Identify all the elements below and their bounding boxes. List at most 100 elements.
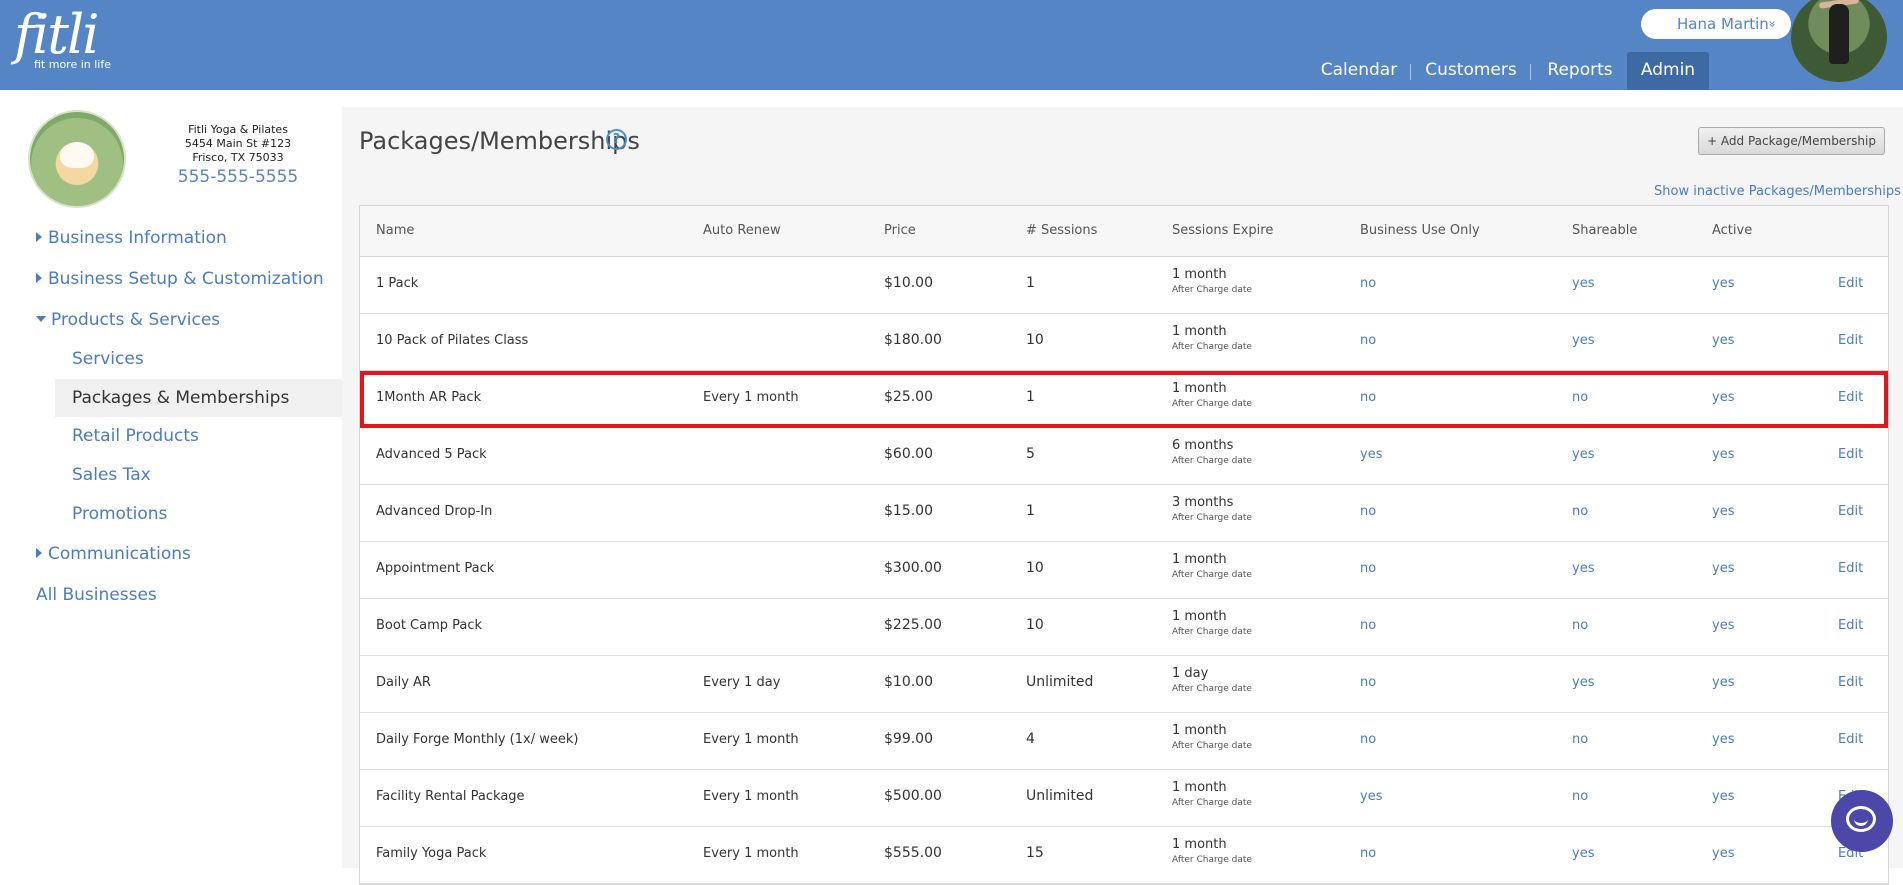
sidebar-item-all-businesses[interactable]: All Businesses: [36, 585, 157, 605]
sidebar-item-packages-memberships[interactable]: Packages & Memberships: [72, 388, 289, 408]
expire-note: After Charge date: [1172, 741, 1252, 751]
sidebar-item-business-setup[interactable]: Business Setup & Customization: [36, 269, 324, 289]
business-address-line1: 5454 Main St #123: [184, 137, 292, 150]
nav-admin[interactable]: Admin: [1627, 52, 1709, 90]
sidebar-item-business-information[interactable]: Business Information: [36, 228, 227, 248]
table-row[interactable]: Family Yoga Pack Every 1 month $555.00 15 1 …: [360, 827, 1888, 884]
row-price: $25.00: [884, 389, 933, 405]
row-business-use-toggle[interactable]: no: [1360, 333, 1376, 348]
row-active-toggle[interactable]: yes: [1712, 618, 1734, 633]
row-business-use-toggle[interactable]: no: [1360, 732, 1376, 747]
row-edit-link[interactable]: Edit: [1838, 333, 1863, 348]
business-phone[interactable]: 555-555-5555: [150, 169, 326, 186]
table-row[interactable]: Boot Camp Pack $225.00 10 1 month After Char…: [360, 599, 1888, 656]
add-package-button[interactable]: + Add Package/Membership: [1698, 127, 1885, 155]
table-row[interactable]: 10 Pack of Pilates Class $180.00 10 1 month…: [360, 314, 1888, 371]
row-business-use-toggle[interactable]: no: [1360, 618, 1376, 633]
table-row[interactable]: 1Month AR Pack Every 1 month $25.00 1 1 mont…: [360, 371, 1888, 428]
user-menu-button[interactable]: Hana Martin »: [1641, 9, 1791, 39]
row-business-use-toggle[interactable]: no: [1360, 276, 1376, 291]
sidebar-item-sales-tax[interactable]: Sales Tax: [72, 465, 151, 485]
row-active-toggle[interactable]: yes: [1712, 504, 1734, 519]
show-inactive-link[interactable]: Show inactive Packages/Memberships: [1654, 184, 1901, 199]
row-shareable-toggle[interactable]: no: [1572, 789, 1588, 804]
row-name: Boot Camp Pack: [376, 618, 483, 633]
row-business-use-toggle[interactable]: yes: [1360, 789, 1382, 804]
row-active-toggle[interactable]: yes: [1712, 390, 1734, 405]
caret-right-icon: [36, 232, 42, 242]
table-row[interactable]: 1 Pack $10.00 1 1 month After Charge date no y…: [360, 257, 1888, 314]
column-header-sessions-expire[interactable]: Sessions Expire: [1172, 223, 1273, 238]
row-business-use-toggle[interactable]: no: [1360, 561, 1376, 576]
row-shareable-toggle[interactable]: yes: [1572, 276, 1594, 291]
sidebar-item-retail-products[interactable]: Retail Products: [72, 426, 199, 446]
row-active-toggle[interactable]: yes: [1712, 732, 1734, 747]
row-edit-link[interactable]: Edit: [1838, 561, 1863, 576]
row-business-use-toggle[interactable]: no: [1360, 390, 1376, 405]
row-shareable-toggle[interactable]: yes: [1572, 675, 1594, 690]
row-edit-link[interactable]: Edit: [1838, 276, 1863, 291]
column-header-price[interactable]: Price: [884, 223, 916, 238]
sidebar-item-products-services[interactable]: Products & Services: [36, 310, 220, 330]
row-auto-renew: Every 1 day: [703, 675, 781, 690]
row-shareable-toggle[interactable]: yes: [1572, 447, 1594, 462]
column-header-business-use[interactable]: Business Use Only: [1360, 223, 1480, 238]
row-shareable-toggle[interactable]: yes: [1572, 333, 1594, 348]
fitli-logo[interactable]: fitli fit more in life: [14, 6, 112, 72]
column-header-shareable[interactable]: Shareable: [1572, 223, 1637, 238]
row-business-use-toggle[interactable]: no: [1360, 846, 1376, 861]
row-edit-link[interactable]: Edit: [1838, 618, 1863, 633]
help-icon[interactable]: ?: [606, 129, 627, 150]
row-active-toggle[interactable]: yes: [1712, 561, 1734, 576]
sidebar-item-communications[interactable]: Communications: [36, 544, 191, 564]
row-active-toggle[interactable]: yes: [1712, 333, 1734, 348]
table-row[interactable]: Advanced 5 Pack $60.00 5 6 months After Char…: [360, 428, 1888, 485]
table-row[interactable]: Facility Rental Package Every 1 month $500…: [360, 770, 1888, 827]
row-name: Advanced Drop-In: [376, 504, 493, 519]
row-active-toggle[interactable]: yes: [1712, 276, 1734, 291]
row-sessions-expire: 1 month After Charge date: [1172, 552, 1252, 580]
table-row[interactable]: Daily Forge Monthly (1x/ week) Every 1 mo…: [360, 713, 1888, 770]
sidebar-item-services[interactable]: Services: [72, 349, 144, 369]
nav-reports[interactable]: Reports: [1540, 52, 1620, 90]
row-business-use-toggle[interactable]: no: [1360, 504, 1376, 519]
row-shareable-toggle[interactable]: no: [1572, 732, 1588, 747]
row-name: Appointment Pack: [376, 561, 495, 576]
row-shareable-toggle[interactable]: no: [1572, 390, 1588, 405]
row-edit-link[interactable]: Edit: [1838, 390, 1863, 405]
avatar[interactable]: [1791, 0, 1887, 82]
row-active-toggle[interactable]: yes: [1712, 675, 1734, 690]
chat-button[interactable]: [1831, 790, 1893, 852]
row-shareable-toggle[interactable]: yes: [1572, 561, 1594, 576]
table-row[interactable]: Advanced Drop-In $15.00 1 3 months After Cha…: [360, 485, 1888, 542]
logo-tagline: fit more in life: [34, 58, 112, 71]
row-active-toggle[interactable]: yes: [1712, 789, 1734, 804]
row-edit-link[interactable]: Edit: [1838, 447, 1863, 462]
sidebar-item-promotions[interactable]: Promotions: [72, 504, 167, 524]
row-active-toggle[interactable]: yes: [1712, 846, 1734, 861]
expire-value: 1 month: [1172, 267, 1227, 282]
row-business-use-toggle[interactable]: no: [1360, 675, 1376, 690]
row-edit-link[interactable]: Edit: [1838, 732, 1863, 747]
row-active-toggle[interactable]: yes: [1712, 447, 1734, 462]
column-header-name[interactable]: Name: [376, 223, 414, 238]
nav-calendar[interactable]: Calendar: [1316, 52, 1402, 90]
row-business-use-toggle[interactable]: yes: [1360, 447, 1382, 462]
expire-value: 1 month: [1172, 324, 1227, 339]
row-edit-link[interactable]: Edit: [1838, 504, 1863, 519]
business-info: Fitli Yoga & Pilates 5454 Main St #123 F…: [150, 123, 326, 186]
nav-customers[interactable]: Customers: [1420, 52, 1522, 90]
caret-down-icon: [36, 316, 46, 322]
row-sessions-expire: 6 months After Charge date: [1172, 438, 1252, 466]
column-header-sessions[interactable]: # Sessions: [1026, 223, 1097, 238]
row-shareable-toggle[interactable]: no: [1572, 618, 1588, 633]
column-header-active[interactable]: Active: [1712, 223, 1752, 238]
column-header-auto-renew[interactable]: Auto Renew: [703, 223, 781, 238]
row-edit-link[interactable]: Edit: [1838, 675, 1863, 690]
table-row[interactable]: Daily AR Every 1 day $10.00 Unlimited 1 day A…: [360, 656, 1888, 713]
row-price: $555.00: [884, 845, 942, 861]
table-row[interactable]: Appointment Pack $300.00 10 1 month After Ch…: [360, 542, 1888, 599]
row-shareable-toggle[interactable]: no: [1572, 504, 1588, 519]
row-auto-renew: Every 1 month: [703, 390, 799, 405]
row-shareable-toggle[interactable]: yes: [1572, 846, 1594, 861]
